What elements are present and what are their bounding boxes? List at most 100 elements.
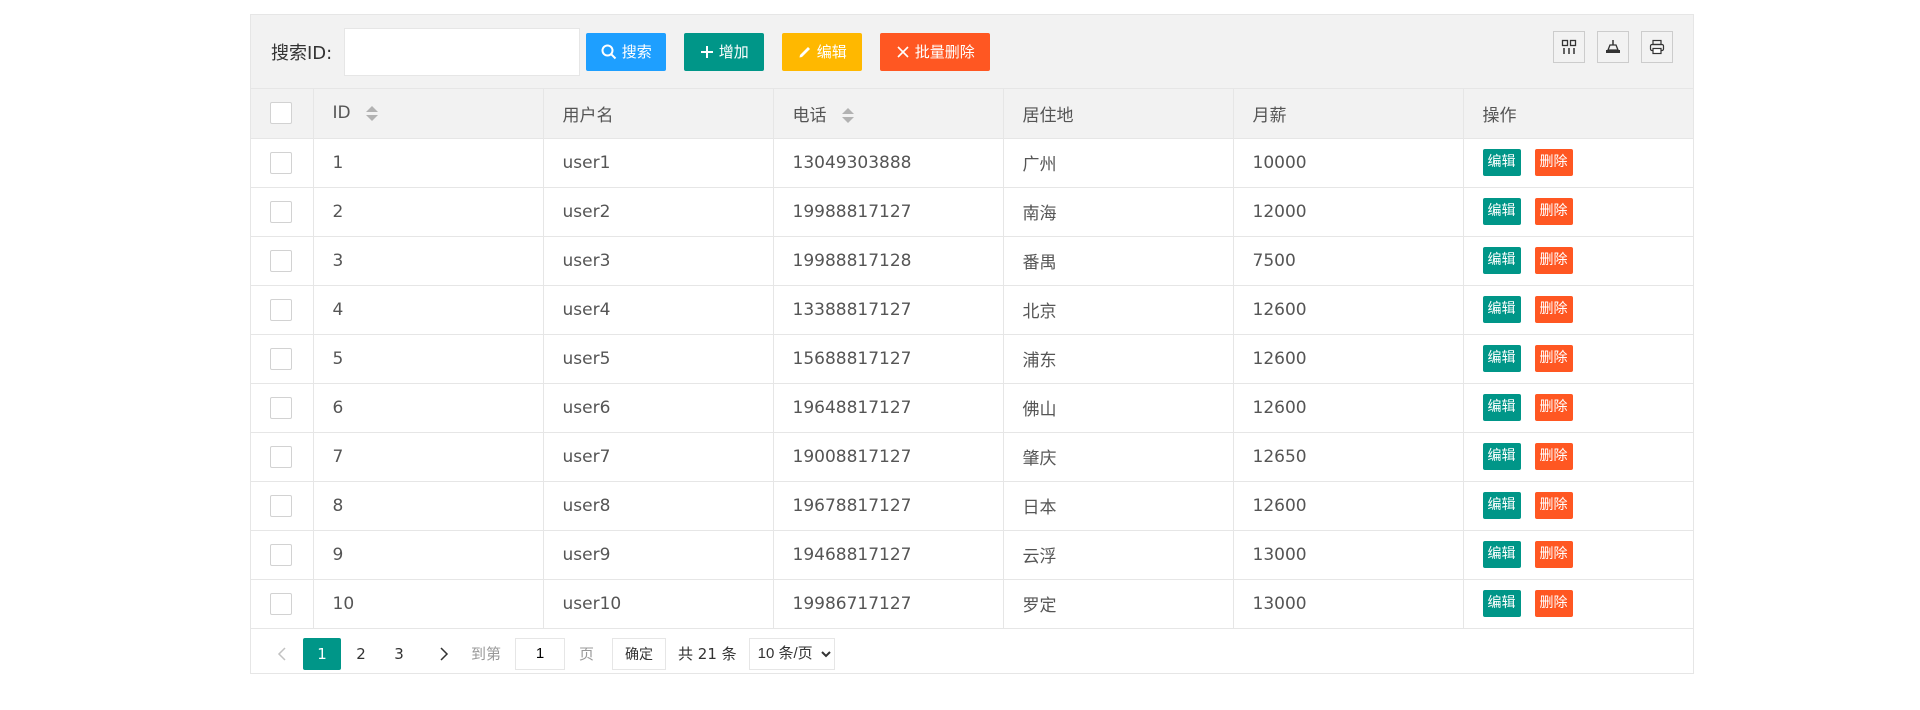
row-checkbox[interactable] [270, 151, 292, 174]
row-edit-button[interactable]: 编辑 [1482, 394, 1521, 421]
row-checkbox[interactable] [270, 543, 292, 566]
edit-button[interactable]: 编辑 [782, 32, 863, 71]
cell-salary: 12000 [1233, 187, 1464, 237]
cell-salary: 13000 [1233, 530, 1464, 580]
row-edit-button[interactable]: 编辑 [1482, 247, 1521, 274]
table-row: 7 user7 19008817127 肇庆 12650 编辑 删除 [251, 432, 1693, 482]
page-size-select[interactable]: 10 条/页 [748, 637, 835, 670]
column-header-city: 居住地 [1003, 89, 1234, 139]
row-select[interactable] [251, 432, 314, 482]
row-select[interactable] [251, 383, 314, 433]
cell-id: 9 [313, 530, 544, 580]
table-row: 10 user10 19986717127 罗定 13000 编辑 删除 [251, 579, 1693, 629]
cell-city: 番禺 [1003, 236, 1234, 286]
row-edit-button[interactable]: 编辑 [1482, 492, 1521, 519]
row-select[interactable] [251, 334, 314, 384]
row-edit-button[interactable]: 编辑 [1482, 590, 1521, 617]
cell-city: 北京 [1003, 285, 1234, 335]
total-count: 共 21 条 [678, 645, 737, 663]
page-button-2[interactable]: 2 [343, 638, 379, 670]
cell-actions: 编辑 删除 [1463, 579, 1693, 629]
print-button[interactable] [1641, 31, 1673, 63]
cell-phone: 19648817127 [773, 383, 1004, 433]
row-select[interactable] [251, 236, 314, 286]
sort-icon[interactable] [366, 105, 379, 121]
goto-page-input[interactable] [515, 637, 566, 670]
add-button-label: 增加 [718, 43, 749, 61]
row-delete-button[interactable]: 删除 [1534, 149, 1573, 176]
search-button[interactable]: 搜索 [586, 32, 667, 71]
row-select[interactable] [251, 138, 314, 188]
row-edit-button[interactable]: 编辑 [1482, 443, 1521, 470]
select-all-checkbox[interactable] [270, 102, 292, 125]
row-select[interactable] [251, 481, 314, 531]
row-delete-button[interactable]: 删除 [1534, 394, 1573, 421]
column-header-id[interactable]: ID [313, 89, 544, 139]
row-select[interactable] [251, 579, 314, 629]
column-header-phone[interactable]: 电话 [773, 89, 1004, 139]
row-edit-button[interactable]: 编辑 [1482, 296, 1521, 323]
column-header-salary: 月薪 [1233, 89, 1464, 139]
cell-id: 6 [313, 383, 544, 433]
cell-id: 2 [313, 187, 544, 237]
row-checkbox[interactable] [270, 494, 292, 517]
columns-filter-button[interactable] [1553, 31, 1585, 63]
next-page-button[interactable] [429, 639, 459, 669]
row-checkbox[interactable] [270, 249, 292, 272]
row-edit-button[interactable]: 编辑 [1482, 149, 1521, 176]
cell-phone: 19678817127 [773, 481, 1004, 531]
cell-id: 5 [313, 334, 544, 384]
table-row: 8 user8 19678817127 日本 12600 编辑 删除 [251, 481, 1693, 531]
cell-actions: 编辑 删除 [1463, 334, 1693, 384]
row-edit-button[interactable]: 编辑 [1482, 541, 1521, 568]
cell-city: 南海 [1003, 187, 1234, 237]
row-checkbox[interactable] [270, 298, 292, 321]
goto-suffix: 页 [579, 645, 595, 663]
cell-username: user5 [543, 334, 774, 384]
prev-page-button[interactable] [267, 639, 297, 669]
cell-actions: 编辑 删除 [1463, 285, 1693, 335]
close-icon [897, 45, 909, 58]
row-checkbox[interactable] [270, 396, 292, 419]
cell-id: 1 [313, 138, 544, 188]
table-row: 4 user4 13388817127 北京 12600 编辑 删除 [251, 285, 1693, 335]
cell-city: 罗定 [1003, 579, 1234, 629]
search-button-label: 搜索 [621, 43, 652, 61]
goto-confirm-button[interactable]: 确定 [612, 637, 667, 670]
row-select[interactable] [251, 187, 314, 237]
page-button-3[interactable]: 3 [381, 638, 417, 670]
batch-delete-button[interactable]: 批量删除 [880, 32, 991, 71]
add-button[interactable]: 增加 [684, 32, 765, 71]
search-input[interactable] [344, 27, 581, 76]
row-checkbox[interactable] [270, 592, 292, 615]
row-delete-button[interactable]: 删除 [1534, 590, 1573, 617]
cell-salary: 7500 [1233, 236, 1464, 286]
row-delete-button[interactable]: 删除 [1534, 345, 1573, 372]
row-edit-button[interactable]: 编辑 [1482, 345, 1521, 372]
row-delete-button[interactable]: 删除 [1534, 247, 1573, 274]
row-select[interactable] [251, 285, 314, 335]
export-button[interactable] [1597, 31, 1629, 63]
cell-city: 佛山 [1003, 383, 1234, 433]
cell-phone: 19988817128 [773, 236, 1004, 286]
row-delete-button[interactable]: 删除 [1534, 198, 1573, 225]
cell-phone: 15688817127 [773, 334, 1004, 384]
user-table: ID 用户名 电话 居住地 月薪 操作 1 user1 13049303888 广州 1… [251, 89, 1693, 629]
row-edit-button[interactable]: 编辑 [1482, 198, 1521, 225]
row-checkbox[interactable] [270, 347, 292, 370]
cell-actions: 编辑 删除 [1463, 187, 1693, 237]
search-label: 搜索ID: [271, 42, 333, 64]
row-delete-button[interactable]: 删除 [1534, 443, 1573, 470]
row-delete-button[interactable]: 删除 [1534, 296, 1573, 323]
row-delete-button[interactable]: 删除 [1534, 541, 1573, 568]
print-icon [1649, 39, 1665, 55]
sort-icon[interactable] [841, 108, 854, 124]
row-checkbox[interactable] [270, 445, 292, 468]
toolbar-icons [1541, 31, 1673, 63]
page-button-1[interactable]: 1 [303, 637, 341, 670]
row-delete-button[interactable]: 删除 [1534, 492, 1573, 519]
cell-username: user6 [543, 383, 774, 433]
header-select-all[interactable] [251, 89, 314, 139]
row-select[interactable] [251, 530, 314, 580]
row-checkbox[interactable] [270, 200, 292, 223]
